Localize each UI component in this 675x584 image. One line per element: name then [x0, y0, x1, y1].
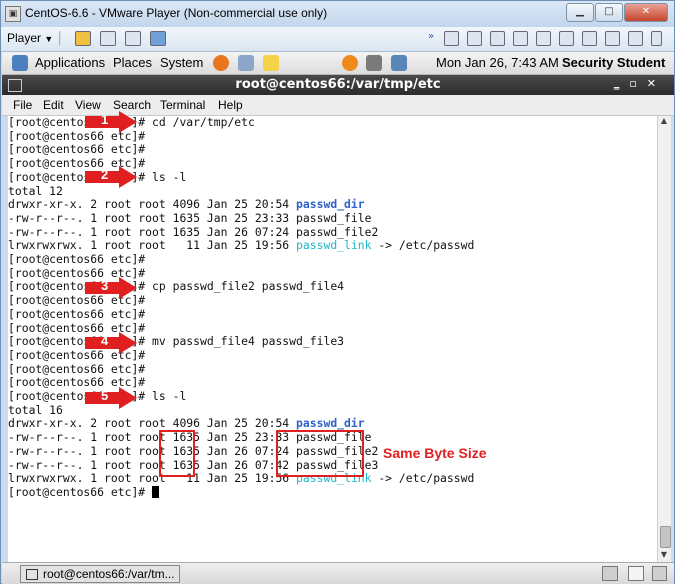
show-desktop-icon[interactable]: [602, 566, 618, 581]
terminal-line: -rw-r--r--. 1 root root 1635 Jan 25 23:3…: [8, 210, 372, 225]
applications-menu[interactable]: Applications: [35, 55, 105, 70]
chevron-down-icon: ▼: [44, 34, 54, 44]
scroll-up-icon[interactable]: ▲: [659, 116, 669, 128]
menu-search[interactable]: Search: [113, 98, 151, 112]
filename-highlight-box: [276, 430, 364, 477]
minimize-button[interactable]: ▁: [566, 3, 594, 22]
terminal-line: drwxr-xr-x. 2 root root 4096 Jan 25 20:5…: [8, 197, 365, 212]
gnome-bottom-panel: root@centos66:/var/tm...: [2, 562, 674, 584]
terminal-line: [root@centos66 etc]#: [8, 484, 153, 499]
system-menu[interactable]: System: [160, 55, 203, 70]
window-title: CentOS-6.6 - VMware Player (Non-commerci…: [25, 6, 328, 20]
vmware-window: ▣ CentOS-6.6 - VMware Player (Non-commer…: [0, 0, 675, 584]
terminal-line: drwxr-xr-x. 2 root root 4096 Jan 25 20:5…: [8, 416, 365, 431]
step-3-label: 3: [101, 278, 109, 293]
menu-file[interactable]: File: [13, 98, 32, 112]
terminal-title: root@centos66:/var/tmp/etc: [235, 77, 441, 92]
vmware-title-bar: ▣ CentOS-6.6 - VMware Player (Non-commer…: [1, 1, 674, 27]
terminal-line: [root@centos66 etc]# cp passwd_file2 pas…: [8, 279, 345, 294]
terminal-scrollbar[interactable]: ▲ ▼: [657, 116, 671, 562]
taskbar-terminal-button[interactable]: root@centos66:/var/tm...: [20, 565, 180, 583]
trash-icon[interactable]: [652, 566, 667, 581]
network-status-icon[interactable]: [391, 55, 407, 71]
usb-icon[interactable]: [513, 31, 528, 46]
size-highlight-box: [159, 430, 195, 477]
terminal-cursor: [152, 485, 160, 498]
terminal-line: [root@centos66 etc]#: [8, 142, 146, 157]
cdrom-icon[interactable]: [467, 31, 482, 46]
step-1-label: 1: [101, 112, 109, 127]
terminal-line: total 16: [8, 402, 63, 417]
printer-icon[interactable]: [536, 31, 551, 46]
terminal-line: lrwxrwxrwx. 1 root root 11 Jan 25 19:56 …: [8, 238, 475, 253]
terminal-line: [root@centos66 etc]#: [8, 361, 146, 376]
unity-icon[interactable]: [150, 31, 166, 46]
step-2-label: 2: [101, 167, 109, 182]
hard-disk-icon[interactable]: [444, 31, 459, 46]
maximize-button[interactable]: □: [595, 3, 623, 22]
step-4-label: 4: [101, 333, 109, 348]
scroll-down-icon[interactable]: ▼: [659, 550, 669, 562]
tray-expand-icon[interactable]: [651, 31, 662, 46]
gnome-foot-icon: [12, 55, 28, 71]
firefox-icon[interactable]: [213, 55, 229, 71]
menu-help[interactable]: Help: [218, 98, 243, 112]
toolbar-separator: │: [56, 31, 65, 45]
device-icons: »: [428, 31, 670, 46]
message-icon[interactable]: [605, 31, 620, 46]
terminal-line: total 12: [8, 183, 63, 198]
same-byte-size-note: Same Byte Size: [383, 445, 487, 461]
sound-icon[interactable]: [559, 31, 574, 46]
display-icon[interactable]: [582, 31, 597, 46]
email-icon[interactable]: [238, 55, 254, 71]
workspace-switcher-icon[interactable]: [628, 566, 644, 581]
places-menu[interactable]: Places: [113, 55, 152, 70]
terminal-output: [root@centos66 etc]# cd /var/tmp/etc [ro…: [8, 115, 475, 500]
terminal-line: lrwxrwxrwx. 1 root root 11 Jan 25 19:56 …: [8, 471, 475, 486]
terminal-icon: [26, 569, 38, 580]
terminal-line: [root@centos66 etc]#: [8, 252, 146, 267]
menu-view[interactable]: View: [75, 98, 101, 112]
scrollbar-thumb[interactable]: [660, 526, 671, 548]
volume-icon[interactable]: [366, 55, 382, 71]
clock[interactable]: Mon Jan 26, 7:43 AM: [436, 55, 559, 70]
network-icon[interactable]: [100, 31, 116, 46]
fullscreen-icon[interactable]: [125, 31, 141, 46]
close-button[interactable]: ✕: [624, 3, 668, 22]
taskbar-terminal-label: root@centos66:/var/tm...: [43, 567, 175, 581]
terminal-line: [root@centos66 etc]#: [8, 306, 146, 321]
player-label: Player: [7, 31, 42, 45]
window-controls: ▁ □ ✕: [565, 3, 668, 22]
vmware-app-icon: ▣: [5, 6, 21, 22]
notes-icon[interactable]: [263, 55, 279, 71]
terminal-line: [root@centos66 etc]# mv passwd_file4 pas…: [8, 334, 345, 349]
device-expand-icon[interactable]: »: [428, 31, 436, 44]
user-menu[interactable]: Security Student: [562, 55, 665, 70]
network-adapter-icon[interactable]: [490, 31, 505, 46]
terminal-window-controls[interactable]: ‗▫✕: [614, 77, 666, 90]
terminal-line: -rw-r--r--. 1 root root 1635 Jan 26 07:2…: [8, 224, 379, 239]
vmware-toolbar: Player ▼ │ »: [1, 27, 674, 52]
menu-edit[interactable]: Edit: [43, 98, 64, 112]
terminal-title-bar: root@centos66:/var/tmp/etc ‗▫✕: [2, 75, 674, 95]
pause-icon[interactable]: [75, 31, 91, 46]
menu-terminal[interactable]: Terminal: [160, 98, 205, 112]
step-5-label: 5: [101, 388, 109, 403]
updates-icon[interactable]: [342, 55, 358, 71]
player-menu-button[interactable]: Player ▼ │: [7, 30, 64, 47]
gnome-top-panel: Applications Places System Mon Jan 26, 7…: [2, 52, 674, 75]
floppy-icon[interactable]: [628, 31, 643, 46]
